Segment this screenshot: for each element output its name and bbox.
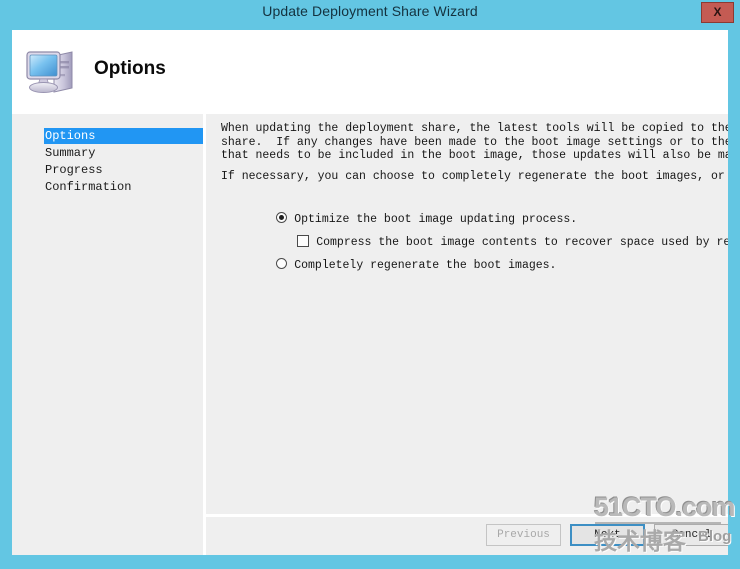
sidebar-item-progress[interactable]: Progress <box>44 162 205 178</box>
wizard-body: Options Summary Progress Confirmation Wh… <box>12 114 728 555</box>
radio-unselected-icon <box>276 258 288 269</box>
title-bar: Update Deployment Share Wizard X <box>0 0 740 26</box>
previous-button[interactable]: Previous <box>486 524 561 546</box>
wizard-header: Options <box>12 30 728 114</box>
sidebar-item-options[interactable]: Options <box>44 128 205 144</box>
window-title: Update Deployment Share Wizard <box>262 3 478 19</box>
content-pane: When updating the deployment share, the … <box>206 114 728 555</box>
page-title: Options <box>94 58 166 79</box>
cancel-button[interactable]: Cancel <box>654 524 728 546</box>
secondary-paragraph: If necessary, you can choose to complete… <box>221 170 725 183</box>
wizard-footer: Previous Next Cancel <box>206 517 728 555</box>
sidebar-item-confirmation[interactable]: Confirmation <box>44 179 205 195</box>
wizard-step-list: Options Summary Progress Confirmation <box>12 114 205 555</box>
checkbox-compress-boot-image[interactable]: Compress the boot image contents to reco… <box>242 219 728 249</box>
next-button[interactable]: Next <box>570 524 645 546</box>
wizard-window: Update Deployment Share Wizard X Options… <box>0 0 740 569</box>
computer-icon <box>24 44 82 98</box>
sidebar-item-summary[interactable]: Summary <box>44 145 205 161</box>
intro-paragraph: When updating the deployment share, the … <box>221 122 728 162</box>
radio-regenerate-label: Completely regenerate the boot images. <box>294 259 557 272</box>
close-button[interactable]: X <box>701 2 734 23</box>
radio-optimize-boot-image[interactable]: Optimize the boot image updating process… <box>221 196 577 226</box>
radio-regenerate-boot-image[interactable]: Completely regenerate the boot images. <box>221 242 556 272</box>
